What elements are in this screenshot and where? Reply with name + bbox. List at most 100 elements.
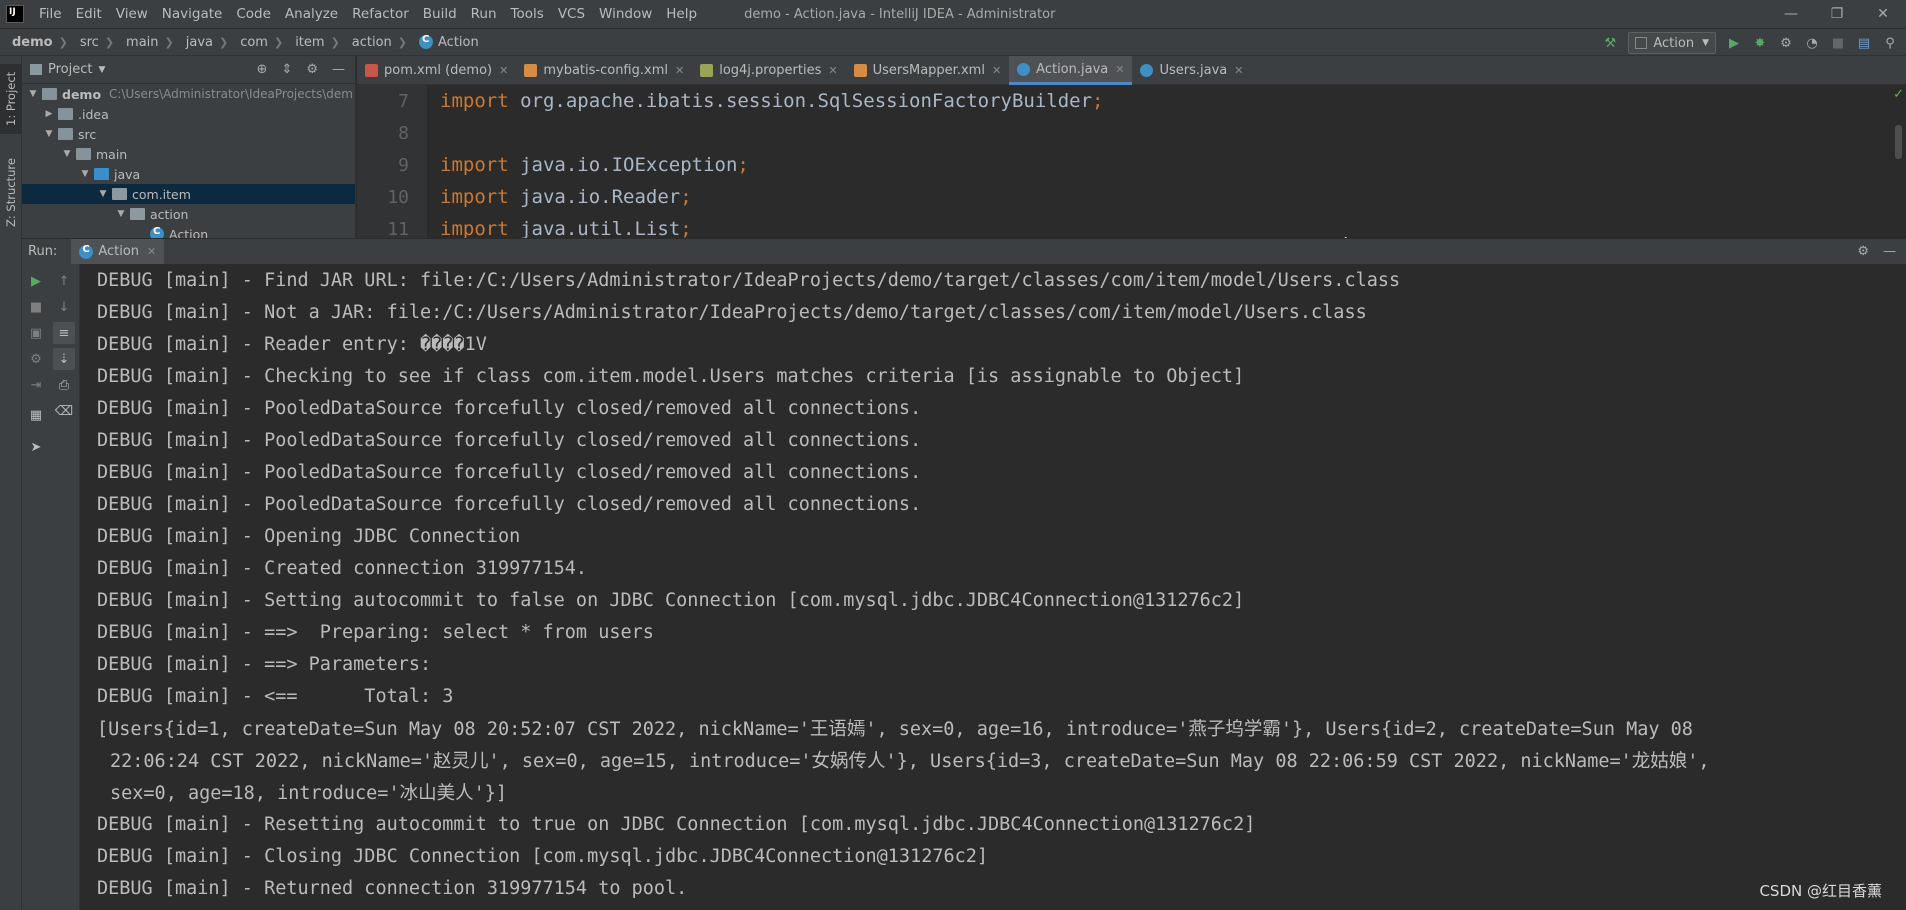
close-tab-icon[interactable]: ✕ xyxy=(828,64,837,77)
console-line: DEBUG [main] - Not a JAR: file:/C:/Users… xyxy=(97,301,1367,323)
console-line: 22:06:24 CST 2022, nickName='赵灵儿', sex=0… xyxy=(110,751,1710,772)
gear-icon[interactable]: ⚙ xyxy=(306,62,318,77)
menu-view[interactable]: View xyxy=(109,6,155,22)
pin-icon[interactable]: ➤ xyxy=(25,436,47,458)
run-tab-action[interactable]: Action ✕ xyxy=(71,238,165,265)
tab-action-java[interactable]: Action.java ✕ xyxy=(1009,56,1133,85)
minimize-icon[interactable]: — xyxy=(1768,0,1814,28)
rerun-icon[interactable]: ▶ xyxy=(25,270,47,292)
close-tab-icon[interactable]: ✕ xyxy=(675,64,684,77)
collapse-all-icon[interactable]: ⇕ xyxy=(281,62,292,77)
console-line: DEBUG [main] - Checking to see if class … xyxy=(97,365,1245,387)
package-icon xyxy=(130,208,145,220)
tool-tab-project[interactable]: 1: Project xyxy=(0,64,22,134)
tree-node-idea[interactable]: ▶ .idea xyxy=(22,104,355,124)
exit-icon[interactable]: ⇥ xyxy=(25,374,47,396)
coverage-icon[interactable]: ⚙ xyxy=(1778,35,1794,51)
code-editor[interactable]: 7 import org.apache.ibatis.session.SqlSe… xyxy=(357,85,1906,238)
breadcrumb-java[interactable]: java ❯ xyxy=(174,35,228,50)
breadcrumb-demo[interactable]: demo ❯ xyxy=(0,35,68,50)
restore-icon[interactable]: ❐ xyxy=(1814,0,1860,28)
chevron-right-icon: ❯ xyxy=(104,35,115,49)
stop-icon[interactable]: ■ xyxy=(1830,35,1846,51)
close-tab-icon[interactable]: ✕ xyxy=(1234,64,1243,77)
tab-log4j-properties[interactable]: log4j.properties ✕ xyxy=(692,56,845,85)
run-configuration-select[interactable]: Action ▼ xyxy=(1628,32,1716,54)
menu-navigate[interactable]: Navigate xyxy=(155,6,230,22)
menu-analyze[interactable]: Analyze xyxy=(278,6,345,22)
scroll-to-end-icon[interactable]: ⇣ xyxy=(53,348,75,370)
menu-run[interactable]: Run xyxy=(464,6,504,22)
breadcrumb-item[interactable]: item ❯ xyxy=(283,35,340,50)
close-tab-icon[interactable]: ✕ xyxy=(1115,63,1124,76)
xml-icon xyxy=(853,64,867,77)
down-arrow-icon[interactable]: ↓ xyxy=(53,296,75,318)
java-class-icon xyxy=(1140,64,1154,77)
locate-target-icon[interactable]: ⊕ xyxy=(257,62,268,77)
console-scrollbar[interactable] xyxy=(1890,264,1906,910)
project-structure-icon[interactable]: ▤ xyxy=(1856,35,1872,51)
menu-tools[interactable]: Tools xyxy=(504,6,551,22)
tree-node-java[interactable]: ▼ java xyxy=(22,164,355,184)
hide-panel-icon[interactable]: — xyxy=(1883,244,1896,259)
profile-icon[interactable]: ◔ xyxy=(1804,35,1820,51)
scrollbar-thumb[interactable] xyxy=(1895,125,1902,159)
tab-users-java[interactable]: Users.java ✕ xyxy=(1132,56,1251,85)
menu-file[interactable]: File xyxy=(32,6,69,22)
navigation-bar: demo ❯ src ❯ main ❯ java ❯ com ❯ item ❯ action… xyxy=(0,28,1906,56)
folder-icon xyxy=(58,108,73,120)
collapsed-arrow-icon: ▶ xyxy=(45,109,53,119)
menu-code[interactable]: Code xyxy=(229,6,278,22)
breadcrumb-action-package[interactable]: action ❯ xyxy=(340,35,407,50)
menu-refactor[interactable]: Refactor xyxy=(345,6,416,22)
up-arrow-icon[interactable]: ↑ xyxy=(53,270,75,292)
console-line: DEBUG [main] - <== Total: 3 xyxy=(97,685,454,707)
expanded-arrow-icon: ▼ xyxy=(117,209,125,219)
run-icon[interactable]: ▶ xyxy=(1726,35,1742,51)
trash-icon[interactable]: ⌫ xyxy=(53,400,75,422)
run-panel-header: Run: Action ✕ ⚙ — xyxy=(22,238,1906,265)
soft-wrap-icon[interactable]: ≡ xyxy=(53,322,75,344)
breadcrumb-main[interactable]: main ❯ xyxy=(114,35,174,50)
menu-edit[interactable]: Edit xyxy=(69,6,109,22)
console-line: [Users{id=1, createDate=Sun May 08 20:52… xyxy=(97,719,1693,740)
tree-node-com-item[interactable]: ▼ com.item xyxy=(22,184,355,204)
tree-node-main[interactable]: ▼ main xyxy=(22,144,355,164)
tree-node-action-package[interactable]: ▼ action xyxy=(22,204,355,224)
breadcrumb-com[interactable]: com ❯ xyxy=(228,35,283,50)
tool-tab-structure[interactable]: Z: Structure xyxy=(0,148,22,238)
print-icon[interactable]: ⎙ xyxy=(53,374,75,396)
stop-icon[interactable]: ■ xyxy=(25,296,47,318)
breadcrumb-src[interactable]: src ❯ xyxy=(68,35,114,50)
project-panel: Project ▼ ⊕ ⇕ ⚙ — ▼ demo C:\Users\Admini… xyxy=(22,56,356,238)
tree-node-action-class[interactable]: Action xyxy=(22,224,355,238)
editor-scrollbar[interactable]: ✓ xyxy=(1890,85,1906,238)
project-view-select[interactable]: Project xyxy=(48,62,92,77)
search-everywhere-icon[interactable]: ⚲ xyxy=(1882,35,1898,51)
debug-bug-icon[interactable]: ✸ xyxy=(1752,35,1768,51)
menu-help[interactable]: Help xyxy=(659,6,704,22)
menu-vcs[interactable]: VCS xyxy=(551,6,592,22)
restore-layout-icon[interactable]: ⚙ xyxy=(25,348,47,370)
build-hammer-icon[interactable]: ⚒ xyxy=(1602,35,1618,51)
tree-node-src[interactable]: ▼ src xyxy=(22,124,355,144)
breadcrumb-action-class[interactable]: Action xyxy=(407,34,479,50)
tab-mybatis-config-xml[interactable]: mybatis-config.xml ✕ xyxy=(516,56,692,85)
console-output[interactable]: DEBUG [main] - Find JAR URL: file:/C:/Us… xyxy=(80,264,1906,910)
close-tab-icon[interactable]: ✕ xyxy=(992,64,1001,77)
code-line: 8 xyxy=(398,122,409,144)
tab-usersmapper-xml[interactable]: UsersMapper.xml ✕ xyxy=(846,56,1010,85)
tree-node-demo[interactable]: ▼ demo C:\Users\Administrator\IdeaProjec… xyxy=(22,84,355,104)
properties-icon xyxy=(700,64,714,77)
close-icon[interactable]: ✕ xyxy=(1860,0,1906,28)
close-tab-icon[interactable]: ✕ xyxy=(147,245,156,258)
camera-icon[interactable]: ▣ xyxy=(25,322,47,344)
menu-window[interactable]: Window xyxy=(592,6,659,22)
menu-build[interactable]: Build xyxy=(416,6,464,22)
close-tab-icon[interactable]: ✕ xyxy=(499,64,508,77)
layout-icon[interactable]: ▦ xyxy=(25,404,47,426)
gear-icon[interactable]: ⚙ xyxy=(1857,244,1869,259)
hide-panel-icon[interactable]: — xyxy=(332,62,345,77)
code-line: 7 import org.apache.ibatis.session.SqlSe… xyxy=(398,90,1104,112)
tab-pom-xml[interactable]: pom.xml (demo) ✕ xyxy=(357,56,516,85)
